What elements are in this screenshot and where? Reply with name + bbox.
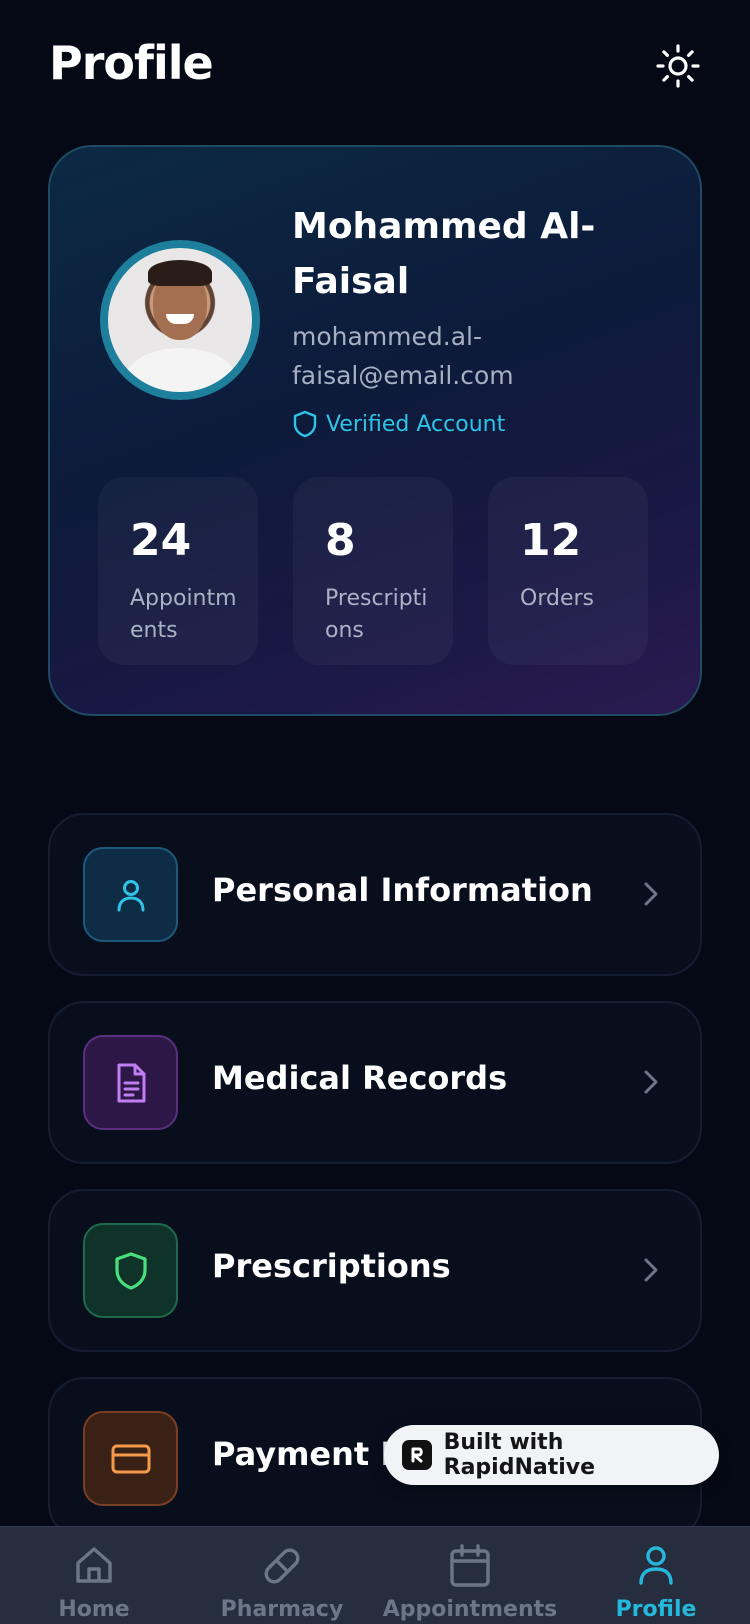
page-title: Profile (49, 36, 214, 90)
stat-prescriptions[interactable]: 8 Prescriptions (293, 477, 453, 665)
verified-badge: Verified Account (292, 410, 505, 438)
verified-label: Verified Account (326, 411, 506, 437)
tab-profile[interactable]: Profile (562, 1527, 750, 1624)
menu-icon-box (83, 847, 178, 942)
document-icon (117, 1063, 145, 1102)
tab-appointments[interactable]: Appointments (376, 1527, 564, 1624)
menu-item-medical-records[interactable]: Medical Records (48, 1001, 702, 1164)
header: Profile (0, 0, 750, 130)
sun-icon (656, 44, 700, 88)
stat-value: 24 (130, 515, 192, 566)
menu-label: Medical Records (212, 1059, 508, 1097)
profile-card: Mohammed Al-Faisal mohammed.al-faisal@em… (48, 145, 702, 716)
credit-card-icon (111, 1444, 150, 1473)
tab-label: Appointments (382, 1597, 558, 1622)
pill-icon (264, 1548, 300, 1584)
user-email: mohammed.al-faisal@email.com (292, 322, 514, 390)
chevron-right-icon (644, 1070, 658, 1094)
stat-value: 8 (325, 515, 356, 566)
menu-label: Personal Information (212, 871, 593, 909)
stat-label: Orders (520, 586, 594, 611)
menu-icon-box (83, 1223, 178, 1318)
shield-icon (114, 1251, 147, 1290)
shield-icon (293, 410, 317, 438)
menu-icon-box (83, 1035, 178, 1130)
menu-label: Prescriptions (212, 1247, 451, 1285)
tab-label: Home (58, 1597, 130, 1622)
chevron-right-icon (644, 882, 658, 906)
user-icon (639, 1546, 673, 1585)
tab-pharmacy[interactable]: Pharmacy (188, 1527, 376, 1624)
tab-label: Profile (615, 1597, 697, 1622)
tab-home[interactable]: Home (0, 1527, 188, 1624)
avatar (100, 240, 260, 400)
badge-label: Built with RapidNative (443, 1430, 596, 1480)
stat-orders[interactable]: 12 Orders (488, 477, 648, 665)
stat-appointments[interactable]: 24 Appointments (98, 477, 258, 665)
user-name: Mohammed Al-Faisal (292, 206, 596, 302)
home-icon (76, 1547, 112, 1583)
chevron-right-icon (644, 1258, 658, 1282)
stat-value: 12 (520, 515, 582, 566)
tab-label: Pharmacy (220, 1597, 344, 1622)
menu-icon-box (83, 1411, 178, 1506)
built-with-rapidnative-badge[interactable]: Built with RapidNative (384, 1425, 719, 1485)
menu-item-personal-information[interactable]: Personal Information (48, 813, 702, 976)
menu-item-prescriptions[interactable]: Prescriptions (48, 1189, 702, 1352)
theme-toggle-button[interactable] (652, 40, 704, 92)
rapidnative-logo-icon (402, 1440, 432, 1470)
stat-label: Prescriptions (325, 586, 428, 643)
bottom-tab-bar: Home Pharmacy Appointments Profile (0, 1526, 750, 1624)
stat-label: Appointments (130, 586, 237, 643)
user-icon (117, 879, 144, 911)
calendar-icon (450, 1544, 490, 1587)
